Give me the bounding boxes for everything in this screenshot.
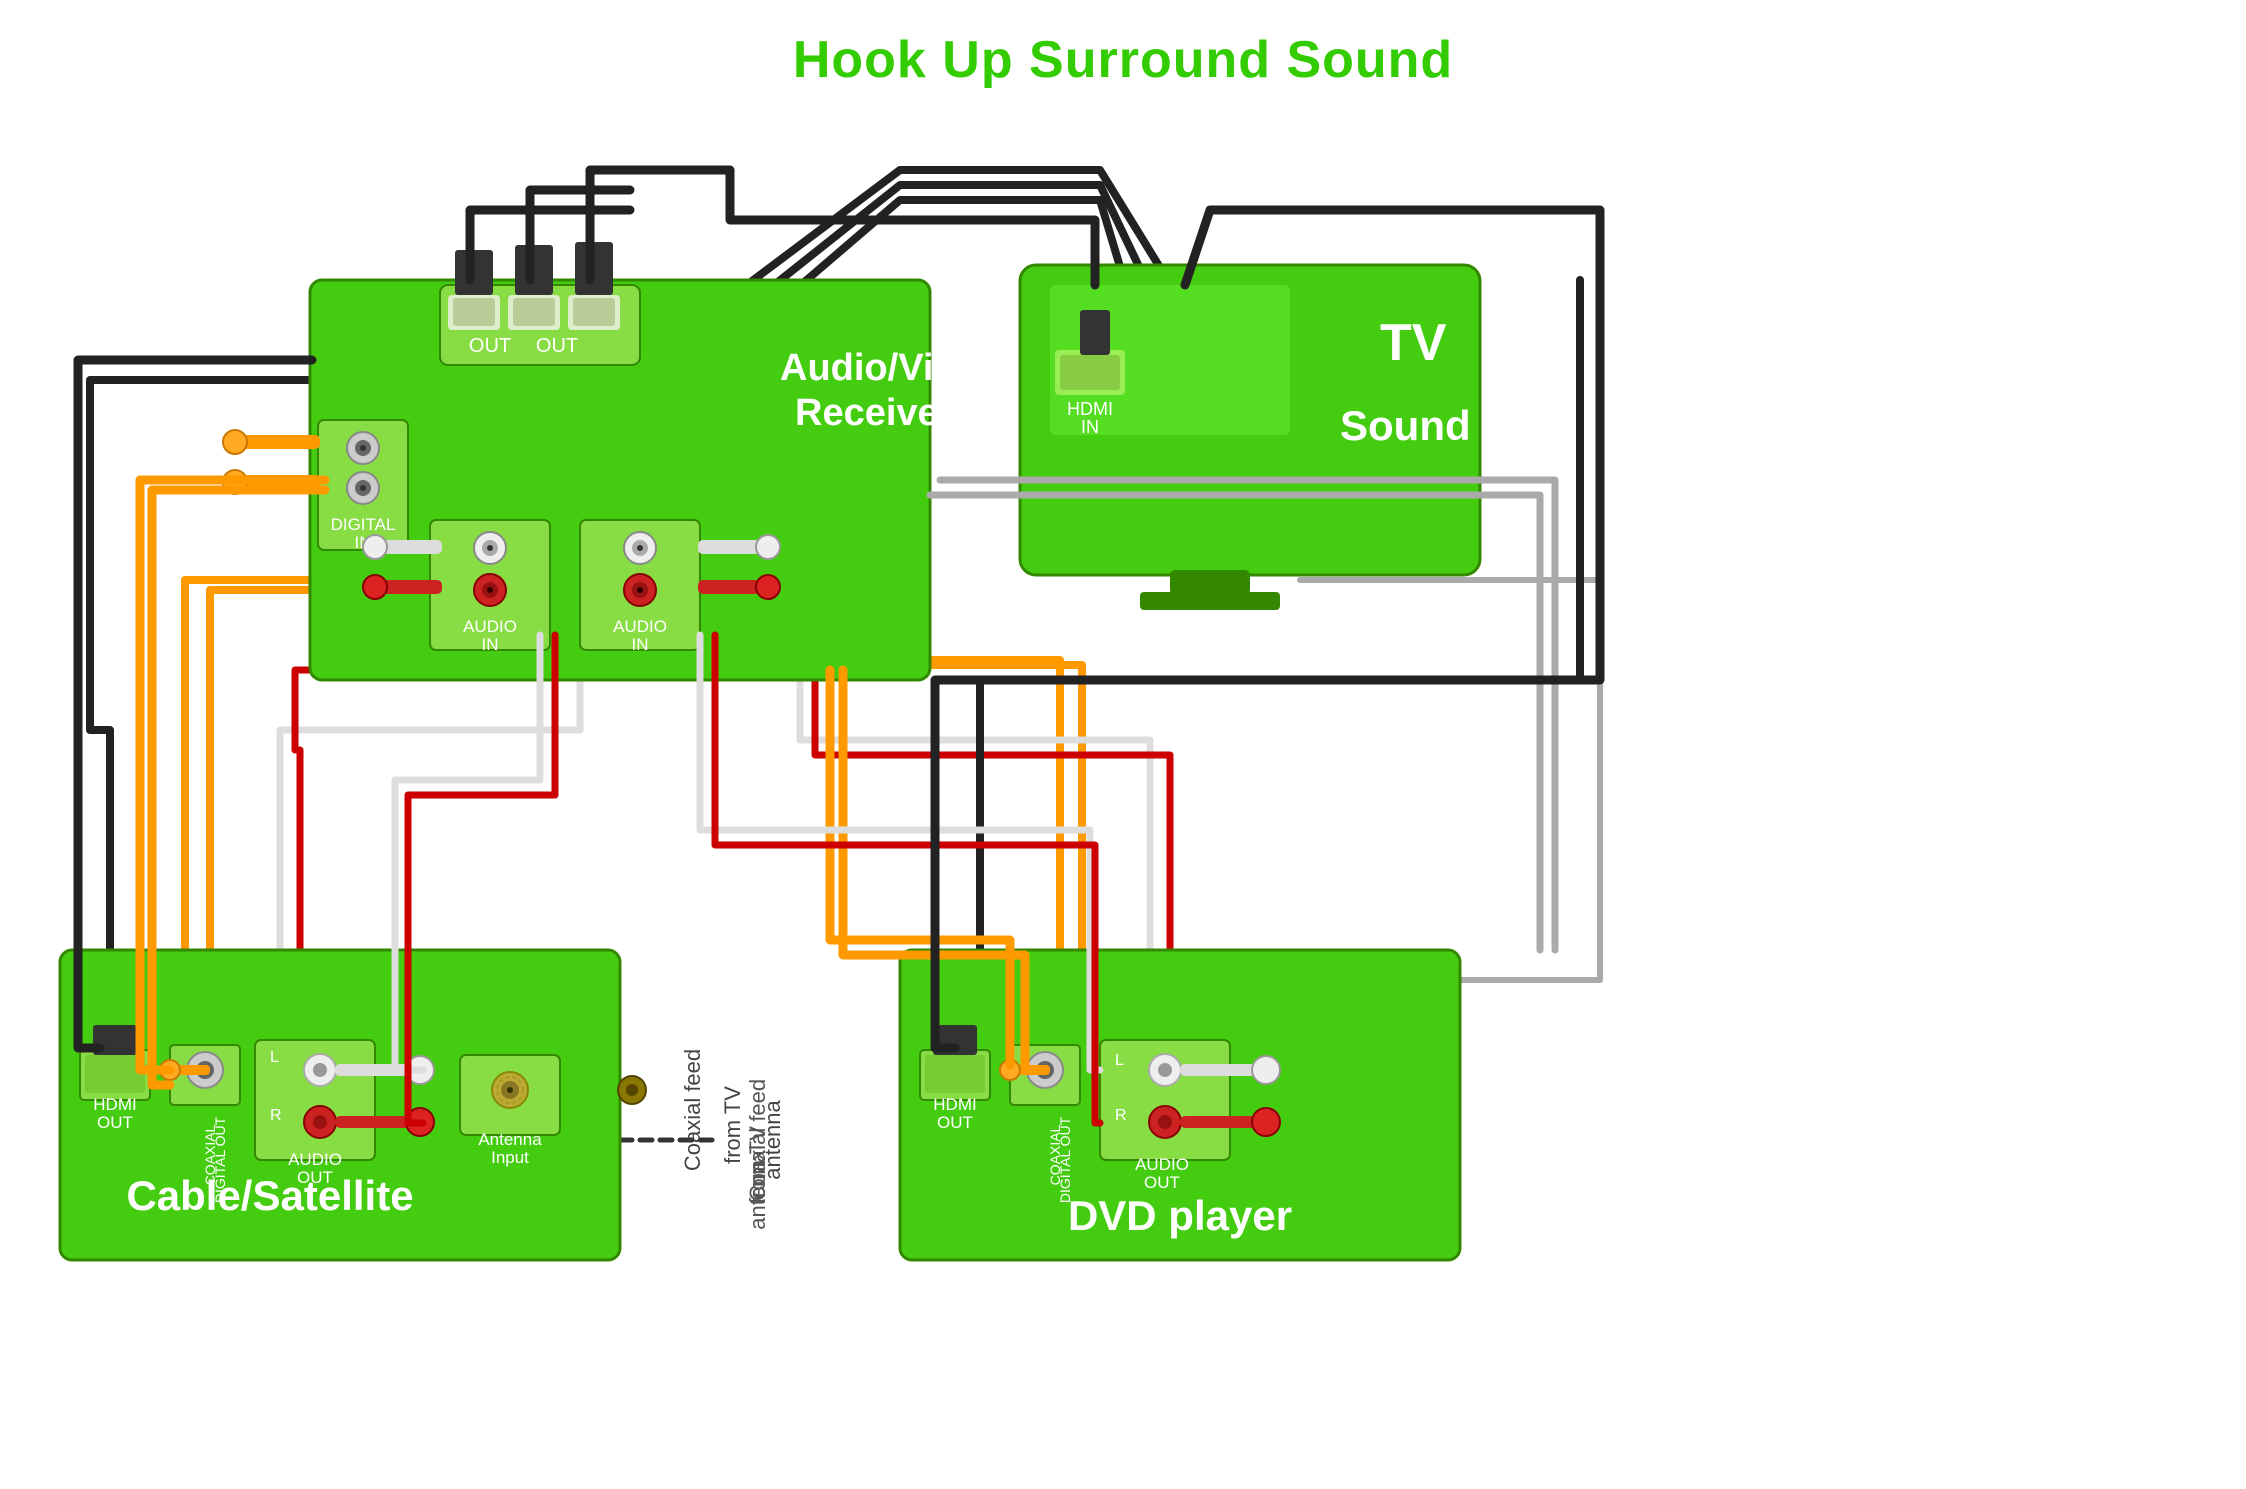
svg-text:OUT: OUT [97,1113,133,1132]
svg-text:HDMI: HDMI [1067,399,1113,419]
page-title: Hook Up Surround Sound [0,0,2246,90]
svg-text:Antenna: Antenna [478,1130,542,1149]
svg-text:L: L [1115,1052,1124,1069]
svg-text:AUDIO: AUDIO [463,617,517,636]
svg-text:OUT: OUT [937,1113,973,1132]
svg-text:antenna: antenna [745,1149,770,1229]
svg-text:Input: Input [491,1148,529,1167]
svg-text:AUDIO: AUDIO [288,1150,342,1169]
svg-text:DIGITAL: DIGITAL [331,515,396,534]
svg-text:L: L [270,1049,279,1066]
svg-text:COAXIAL: COAXIAL [1047,1124,1063,1185]
svg-text:IN: IN [632,635,649,654]
svg-text:HDMI: HDMI [933,1095,976,1114]
svg-text:COAXIAL: COAXIAL [202,1124,218,1185]
svg-text:TV: TV [1380,314,1447,372]
svg-text:OUT: OUT [469,335,511,357]
svg-text:Audio/Video: Audio/Video [780,347,1001,389]
svg-text:Coaxial feed: Coaxial feed [680,1049,705,1171]
svg-text:R: R [270,1107,282,1124]
svg-text:AUDIO: AUDIO [1135,1155,1189,1174]
svg-text:HDMI: HDMI [93,1095,136,1114]
svg-text:from TV: from TV [720,1086,745,1164]
svg-text:Sound off: Sound off [1340,402,1537,449]
svg-text:Cable/Satellite: Cable/Satellite [126,1172,413,1219]
svg-text:R: R [1115,1107,1127,1124]
svg-text:IN: IN [1081,417,1099,437]
svg-text:OUT: OUT [536,335,578,357]
diagram: Audio/Video Receiver OUT OUT DIGITAL IN … [0,80,2246,1480]
svg-text:AUDIO: AUDIO [613,617,667,636]
svg-text:OUT: OUT [1144,1173,1180,1192]
svg-text:OUT: OUT [297,1168,333,1187]
svg-text:IN: IN [482,635,499,654]
svg-text:Receiver: Receiver [795,392,954,434]
svg-text:DVD player: DVD player [1068,1192,1292,1239]
